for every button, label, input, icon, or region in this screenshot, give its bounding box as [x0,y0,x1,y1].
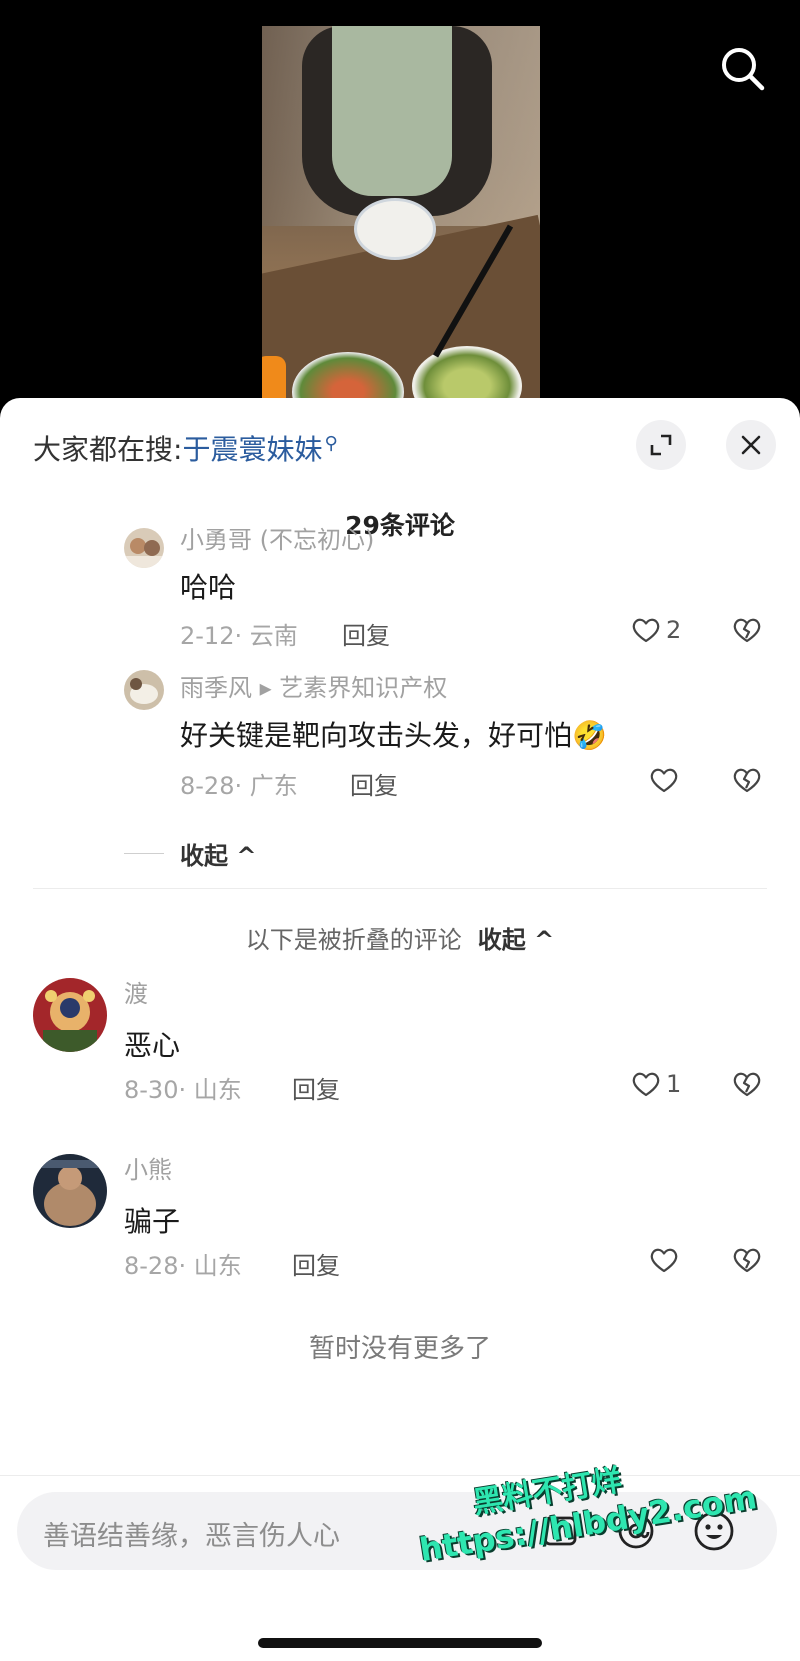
dislike-button[interactable] [730,1244,764,1280]
broken-heart-icon [733,618,761,643]
comment-text: 骗子 [124,1205,181,1238]
hot-search-term[interactable]: 于震寰妹妹 [182,433,322,466]
no-more-text: 暂时没有更多了 [308,1334,491,1364]
comment-meta: 8-28· 广东 [180,772,298,800]
hot-search-prefix: 大家都在搜: [33,433,183,466]
hot-search-icon: ⚲ [324,432,338,454]
comment-input-placeholder: 善语结善缘，恶言伤人心 [43,1521,340,1552]
collapse-replies-button[interactable]: 收起 ^ [124,836,256,871]
video-frame[interactable] [262,26,540,420]
video-area[interactable] [0,0,800,420]
search-icon [722,48,765,91]
avatar[interactable] [124,528,164,568]
like-button[interactable] [648,1244,680,1276]
reply-button[interactable]: 回复 [292,1070,340,1105]
like-count: 1 [666,1070,682,1098]
commenter-name[interactable]: 雨季风 ▸ 艺素界知识产权 [180,672,447,704]
folded-comments-header: 以下是被折叠的评论 收起 ^ [0,920,800,955]
avatar[interactable] [33,978,107,1052]
expand-button[interactable] [636,420,686,470]
home-indicator[interactable] [258,1638,542,1648]
reply-item: 雨季风 ▸ 艺素界知识产权 好关键是靶向攻击头发，好可怕🤣 8-28· 广东 回… [124,670,764,800]
avatar-image [124,670,164,710]
collapse-line [124,853,164,854]
heart-icon [632,1072,660,1097]
heart-icon [632,618,660,643]
close-button[interactable] [726,420,776,470]
broken-heart-icon [733,1072,761,1097]
reply-button[interactable]: 回复 [342,616,390,651]
reply-button[interactable]: 回复 [350,766,398,801]
comment-text: 恶心 [124,1029,181,1062]
comment-meta: 8-30· 山东 [124,1076,242,1104]
avatar-image [33,1154,107,1228]
avatar-image [124,528,164,568]
broken-heart-icon [733,1248,761,1273]
reply-button[interactable]: 回复 [292,1246,340,1281]
close-icon [741,435,761,455]
comment-item: 渡 恶心 8-30· 山东 回复 1 [33,978,773,1118]
heart-icon [650,1248,678,1273]
comment-item: 小熊 骗子 8-28· 山东 回复 [33,1154,773,1294]
comment-text: 哈哈 [180,571,237,604]
like-count: 2 [666,616,682,644]
expand-icon [650,434,672,456]
broken-heart-icon [733,768,761,793]
search-button[interactable] [718,44,768,94]
video-rice-bowl [354,198,436,260]
commenter-name[interactable]: 小勇哥 (不忘初心) [180,524,374,556]
collapse-label: 收起 ^ [180,842,257,870]
like-button[interactable]: 2 [630,614,681,646]
avatar[interactable] [33,1154,107,1228]
avatar[interactable] [124,670,164,710]
video-person-vest [332,26,452,196]
like-button[interactable]: 1 [630,1068,681,1100]
divider [33,888,767,889]
commenter-name[interactable]: 渡 [124,978,148,1010]
sheet-header: 大家都在搜:于震寰妹妹 ⚲ [0,398,800,494]
commenter-name[interactable]: 小熊 [124,1154,172,1186]
heart-icon [650,768,678,793]
reply-item: 小勇哥 (不忘初心) 哈哈 2-12· 云南 回复 2 [124,526,764,651]
like-button[interactable] [648,764,680,796]
folded-label: 以下是被折叠的评论 [245,926,462,954]
folded-collapse-button[interactable]: 收起 ^ [478,926,554,954]
hot-search[interactable]: 大家都在搜:于震寰妹妹 ⚲ [33,428,338,468]
comment-meta: 8-28· 山东 [124,1252,242,1280]
avatar-image [33,978,107,1052]
comment-text: 好关键是靶向攻击头发，好可怕🤣 [180,719,607,752]
dislike-button[interactable] [730,764,764,800]
dislike-button[interactable] [730,614,764,650]
comment-sheet: 大家都在搜:于震寰妹妹 ⚲ 29条评论 小勇哥 (不忘初心) 哈哈 2-12· … [0,398,800,1661]
comment-meta: 2-12· 云南 [180,622,298,650]
dislike-button[interactable] [730,1068,764,1104]
